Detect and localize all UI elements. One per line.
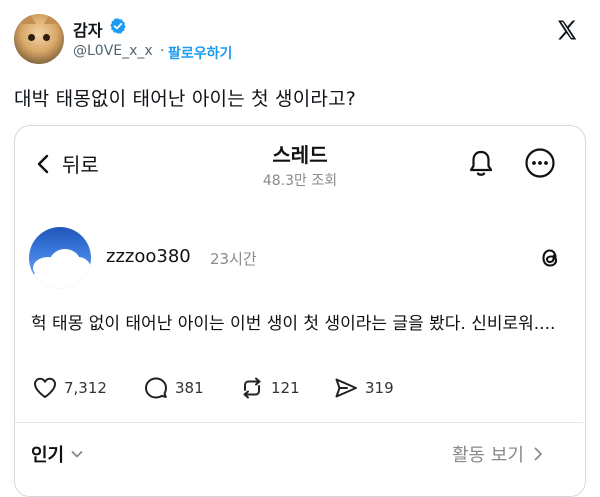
divider [15, 422, 583, 423]
back-label: 뒤로 [62, 153, 99, 177]
heart-icon [34, 377, 56, 398]
chevron-down-icon [71, 451, 83, 458]
poster-avatar[interactable] [29, 227, 91, 289]
author-handle[interactable]: @L0VE_x_x [73, 43, 153, 59]
like-button[interactable]: 7,312 [32, 375, 107, 401]
chevron-left-icon [37, 154, 49, 173]
follow-button[interactable]: 팔로우하기 [168, 43, 232, 63]
sort-label: 인기 [31, 445, 65, 466]
avatar-eye-left [28, 34, 35, 41]
chevron-right-icon [534, 447, 542, 461]
avatar-ear-right [44, 14, 60, 24]
comment-button[interactable]: 381 [143, 375, 204, 401]
repost-icon [243, 377, 261, 399]
back-button[interactable]: 뒤로 [34, 149, 99, 178]
comment-count: 381 [175, 379, 204, 397]
share-icon [335, 378, 357, 398]
author-avatar[interactable] [14, 14, 64, 64]
view-activity-link[interactable]: 활동 보기 [452, 441, 544, 467]
author-name[interactable]: 감자 [73, 17, 102, 41]
repost-button[interactable]: 121 [239, 375, 300, 401]
share-button[interactable]: 319 [333, 375, 394, 401]
avatar-eye-right [43, 34, 50, 41]
share-count: 319 [365, 379, 394, 397]
separator-dot: · [160, 43, 165, 59]
post-body: 헉 태몽 없이 태어난 아이는 이번 생이 첫 생이라는 글을 봤다. 신비로워… [31, 314, 556, 334]
post-time: 23시간 [210, 250, 257, 268]
poster-username[interactable]: zzzoo380 [106, 246, 191, 267]
sort-dropdown[interactable]: 인기 [31, 441, 84, 467]
more-icon[interactable] [524, 147, 556, 179]
verified-badge-icon [110, 18, 126, 34]
activity-label: 활동 보기 [452, 445, 524, 466]
avatar-ear-left [20, 14, 36, 24]
view-count: 48.3만 조회 [262, 173, 338, 189]
bell-icon[interactable] [466, 148, 496, 178]
comment-icon [145, 377, 167, 399]
x-logo-icon[interactable] [555, 18, 579, 42]
threads-logo-icon[interactable] [537, 245, 563, 271]
repost-count: 121 [271, 379, 300, 397]
like-count: 7,312 [64, 379, 107, 397]
avatar-cloud [29, 269, 91, 289]
tweet-text: 대박 태몽없이 태어난 아이는 첫 생이라고? [14, 88, 357, 110]
thread-title: 스레드 [272, 143, 328, 167]
